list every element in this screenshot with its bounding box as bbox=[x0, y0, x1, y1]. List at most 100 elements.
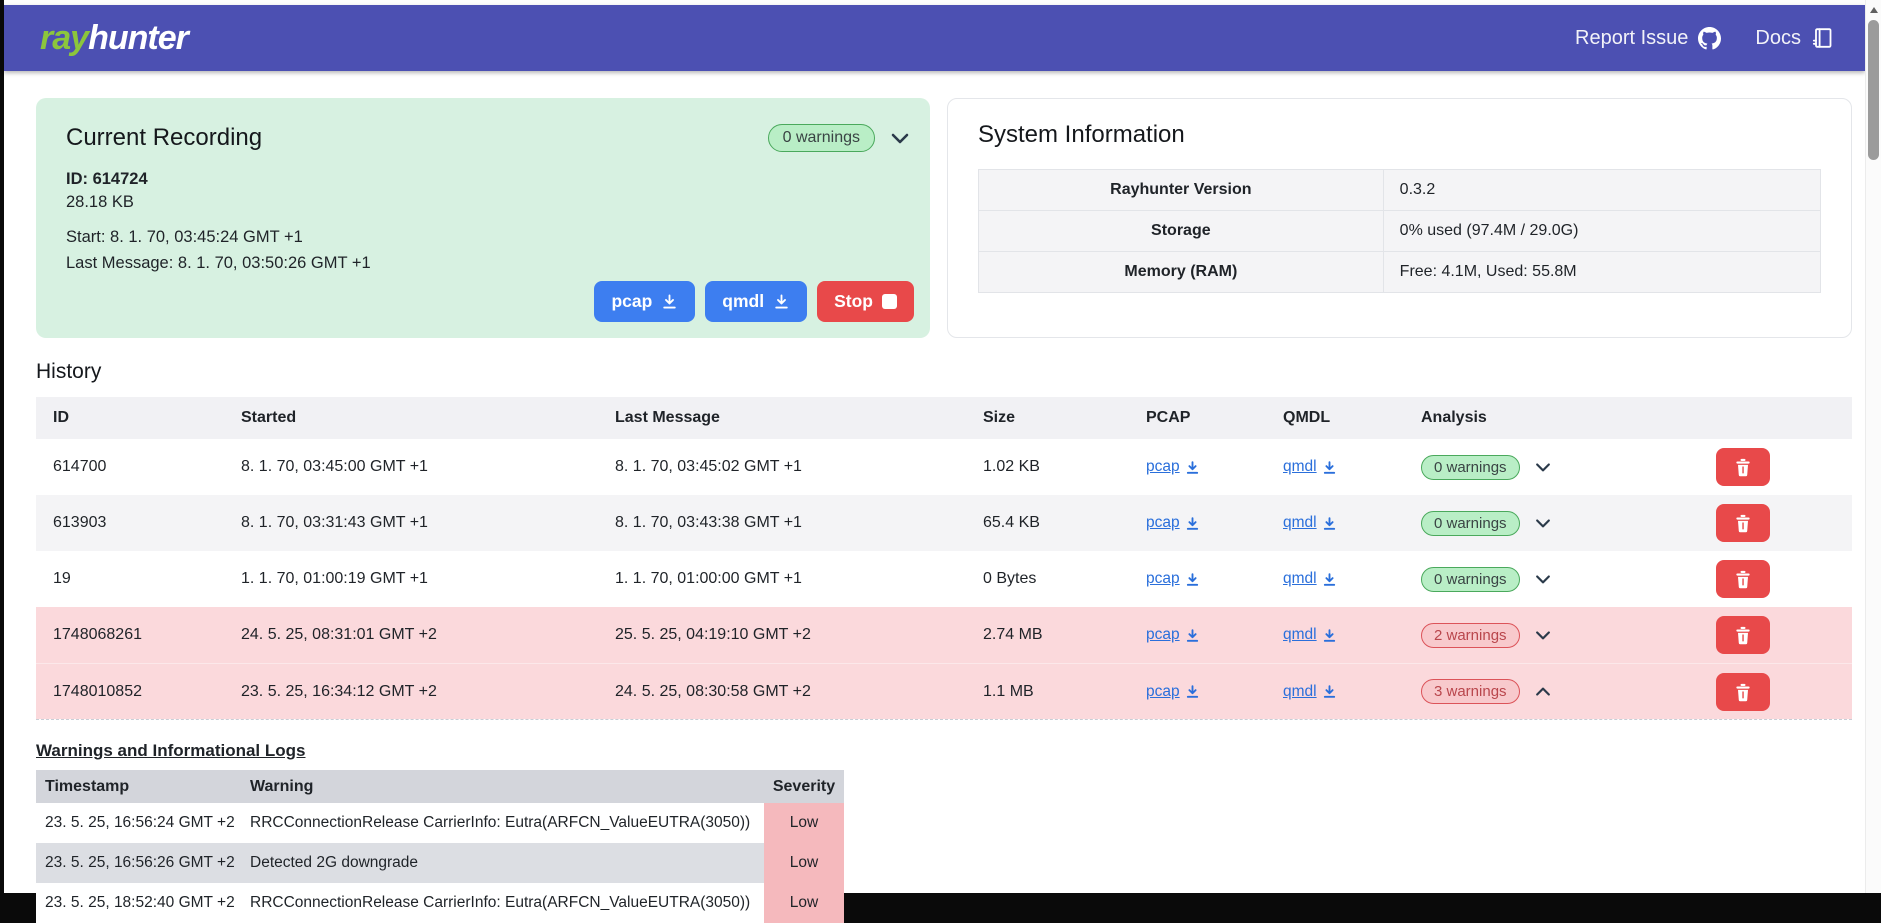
cell-timestamp: 23. 5. 25, 16:56:24 GMT +2 bbox=[36, 814, 248, 832]
download-icon bbox=[1185, 628, 1200, 643]
table-row: 19 1. 1. 70, 01:00:19 GMT +1 1. 1. 70, 0… bbox=[36, 551, 1852, 607]
cell-size: 65.4 KB bbox=[966, 514, 1129, 532]
stop-recording-button[interactable]: Stop bbox=[817, 281, 914, 322]
qmdl-download-link[interactable]: qmdl bbox=[1283, 514, 1337, 532]
trash-icon bbox=[1733, 568, 1753, 590]
current-recording-panel: Current Recording 0 warnings ID: 614724 … bbox=[36, 98, 930, 338]
col-header-qmdl: QMDL bbox=[1266, 409, 1404, 427]
warnings-badge[interactable]: 2 warnings bbox=[1421, 623, 1520, 648]
col-header-pcap: PCAP bbox=[1129, 409, 1266, 427]
github-icon bbox=[1698, 27, 1721, 50]
cell-id: 19 bbox=[36, 570, 224, 588]
col-header-started: Started bbox=[224, 409, 598, 427]
rayhunter-logo[interactable]: rayhunter bbox=[40, 19, 188, 58]
scrollbar-thumb[interactable] bbox=[1868, 20, 1879, 160]
warnings-badge[interactable]: 3 warnings bbox=[1421, 679, 1520, 704]
delete-button[interactable] bbox=[1716, 616, 1770, 654]
trash-icon bbox=[1733, 456, 1753, 478]
chevron-down-icon[interactable] bbox=[1533, 513, 1553, 533]
pcap-download-link[interactable]: pcap bbox=[1146, 626, 1200, 644]
delete-button[interactable] bbox=[1716, 560, 1770, 598]
cell-started: 8. 1. 70, 03:45:00 GMT +1 bbox=[224, 458, 598, 476]
navbar: rayhunter Report Issue Docs bbox=[4, 5, 1865, 71]
download-icon bbox=[773, 293, 790, 310]
warnings-header-row: Timestamp Warning Severity bbox=[36, 770, 844, 803]
pcap-download-link[interactable]: pcap bbox=[1146, 683, 1200, 701]
scroll-up-arrow-icon[interactable] bbox=[1870, 7, 1878, 13]
cell-warning: RRCConnectionRelease CarrierInfo: Eutra(… bbox=[248, 894, 764, 912]
cell-started: 1. 1. 70, 01:00:19 GMT +1 bbox=[224, 570, 598, 588]
cell-id: 613903 bbox=[36, 514, 224, 532]
pcap-download-link[interactable]: pcap bbox=[1146, 514, 1200, 532]
table-row: 23. 5. 25, 18:52:40 GMT +2 RRCConnection… bbox=[36, 883, 844, 923]
cell-id: 1748010852 bbox=[36, 683, 224, 701]
col-header-id: ID bbox=[36, 409, 224, 427]
table-row: Memory (RAM) Free: 4.1M, Used: 55.8M bbox=[979, 252, 1820, 292]
cell-severity: Low bbox=[764, 843, 844, 883]
main-content: Current Recording 0 warnings ID: 614724 … bbox=[4, 71, 1881, 923]
pcap-button-label: pcap bbox=[611, 291, 652, 312]
delete-button[interactable] bbox=[1716, 448, 1770, 486]
download-icon bbox=[661, 293, 678, 310]
table-row: 23. 5. 25, 16:56:26 GMT +2 Detected 2G d… bbox=[36, 843, 844, 883]
chevron-down-icon[interactable] bbox=[1533, 625, 1553, 645]
navbar-links: Report Issue Docs bbox=[1575, 26, 1835, 50]
download-icon bbox=[1185, 684, 1200, 699]
system-information-title: System Information bbox=[978, 121, 1821, 149]
vertical-scrollbar[interactable] bbox=[1865, 0, 1881, 893]
logo-ray: ray bbox=[40, 19, 88, 57]
report-issue-link[interactable]: Report Issue bbox=[1575, 27, 1721, 50]
pcap-download-link[interactable]: pcap bbox=[1146, 458, 1200, 476]
download-icon bbox=[1185, 572, 1200, 587]
table-row: 1748068261 24. 5. 25, 08:31:01 GMT +2 25… bbox=[36, 607, 1852, 663]
warnings-badge[interactable]: 0 warnings bbox=[1421, 455, 1520, 480]
table-row: 1748010852 23. 5. 25, 16:34:12 GMT +2 24… bbox=[36, 663, 1852, 719]
trash-icon bbox=[1733, 512, 1753, 534]
system-information-panel: System Information Rayhunter Version 0.3… bbox=[947, 98, 1852, 338]
download-icon bbox=[1322, 628, 1337, 643]
history-header-row: ID Started Last Message Size PCAP QMDL A… bbox=[36, 397, 1852, 439]
delete-button[interactable] bbox=[1716, 673, 1770, 711]
table-row: 614700 8. 1. 70, 03:45:00 GMT +1 8. 1. 7… bbox=[36, 439, 1852, 495]
docs-link[interactable]: Docs bbox=[1755, 26, 1835, 50]
recording-start: Start: 8. 1. 70, 03:45:24 GMT +1 bbox=[66, 228, 900, 247]
trash-icon bbox=[1733, 681, 1753, 703]
warnings-badge[interactable]: 0 warnings bbox=[768, 124, 875, 152]
sys-value: 0% used (97.4M / 29.0G) bbox=[1383, 211, 1820, 251]
download-icon bbox=[1322, 572, 1337, 587]
cell-timestamp: 23. 5. 25, 18:52:40 GMT +2 bbox=[36, 894, 248, 912]
chevron-down-icon[interactable] bbox=[1533, 569, 1553, 589]
cell-severity: Low bbox=[764, 883, 844, 923]
col-header-analysis: Analysis bbox=[1404, 409, 1644, 427]
stop-icon bbox=[882, 294, 897, 309]
chevron-down-icon[interactable] bbox=[888, 126, 912, 150]
col-header-size: Size bbox=[966, 409, 1129, 427]
sys-label: Memory (RAM) bbox=[979, 252, 1383, 292]
cell-id: 1748068261 bbox=[36, 626, 224, 644]
warnings-badge[interactable]: 0 warnings bbox=[1421, 567, 1520, 592]
chevron-up-icon[interactable] bbox=[1533, 682, 1553, 702]
cell-size: 2.74 MB bbox=[966, 626, 1129, 644]
qmdl-download-button[interactable]: qmdl bbox=[705, 281, 807, 322]
qmdl-download-link[interactable]: qmdl bbox=[1283, 570, 1337, 588]
table-row: 613903 8. 1. 70, 03:31:43 GMT +1 8. 1. 7… bbox=[36, 495, 1852, 551]
app-window: rayhunter Report Issue Docs bbox=[4, 0, 1881, 893]
cell-id: 614700 bbox=[36, 458, 224, 476]
qmdl-download-link[interactable]: qmdl bbox=[1283, 626, 1337, 644]
system-information-table: Rayhunter Version 0.3.2 Storage 0% used … bbox=[978, 169, 1821, 293]
chevron-down-icon[interactable] bbox=[1533, 457, 1553, 477]
recording-size: 28.18 KB bbox=[66, 193, 900, 212]
cell-started: 24. 5. 25, 08:31:01 GMT +2 bbox=[224, 626, 598, 644]
delete-button[interactable] bbox=[1716, 504, 1770, 542]
qmdl-download-link[interactable]: qmdl bbox=[1283, 458, 1337, 476]
sys-label: Storage bbox=[979, 211, 1383, 251]
warnings-badge[interactable]: 0 warnings bbox=[1421, 511, 1520, 536]
cell-last-message: 8. 1. 70, 03:45:02 GMT +1 bbox=[598, 458, 966, 476]
pcap-download-button[interactable]: pcap bbox=[594, 281, 695, 322]
table-row: Rayhunter Version 0.3.2 bbox=[979, 170, 1820, 211]
pcap-download-link[interactable]: pcap bbox=[1146, 570, 1200, 588]
col-header-last-message: Last Message bbox=[598, 409, 966, 427]
download-icon bbox=[1185, 516, 1200, 531]
qmdl-download-link[interactable]: qmdl bbox=[1283, 683, 1337, 701]
report-issue-label: Report Issue bbox=[1575, 27, 1688, 50]
